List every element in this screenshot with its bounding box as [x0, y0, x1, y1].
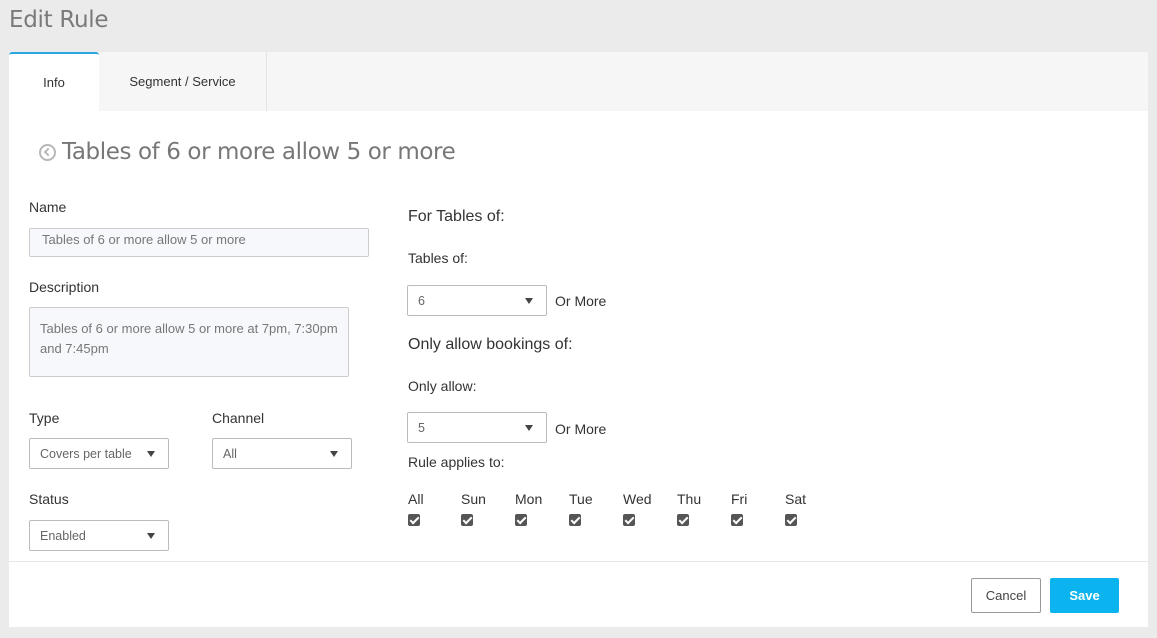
name-value: Tables of 6 or more allow 5 or more [42, 232, 246, 247]
name-label: Name [29, 199, 67, 215]
tables-value: 6 [418, 293, 425, 308]
cancel-button[interactable]: Cancel [971, 578, 1041, 613]
day-checkbox-tue[interactable] [569, 514, 581, 526]
day-checkbox-thu[interactable] [677, 514, 689, 526]
day-checkbox-mon[interactable] [515, 514, 527, 526]
status-value: Enabled [40, 528, 86, 543]
day-label-sun: Sun [461, 491, 486, 507]
type-select[interactable]: Covers per table [29, 438, 169, 469]
day-label-tue: Tue [569, 491, 593, 507]
channel-value: All [223, 446, 237, 461]
tables-label: Tables of: [408, 250, 468, 266]
day-label-wed: Wed [623, 491, 652, 507]
caret-down-icon [525, 298, 533, 304]
channel-label: Channel [212, 410, 265, 426]
caret-down-icon [330, 451, 338, 457]
save-button[interactable]: Save [1050, 578, 1119, 613]
name-field[interactable]: Tables of 6 or more allow 5 or more [29, 228, 369, 257]
day-checkbox-sat[interactable] [785, 514, 797, 526]
tab-info[interactable]: Info [9, 52, 99, 111]
allow-value: 5 [418, 420, 425, 435]
day-label-fri: Fri [731, 491, 748, 507]
day-checkbox-sun[interactable] [461, 514, 473, 526]
description-field[interactable]: Tables of 6 or more allow 5 or more at 7… [29, 307, 349, 377]
tables-heading: For Tables of: [408, 208, 505, 225]
tables-select[interactable]: 6 [407, 285, 547, 316]
allow-suffix: Or More [555, 421, 607, 437]
caret-down-icon [147, 533, 155, 539]
tab-bar: Info Segment / Service [9, 52, 1148, 111]
status-select[interactable]: Enabled [29, 520, 169, 551]
day-label-mon: Mon [515, 491, 543, 507]
type-label: Type [29, 410, 60, 426]
type-value: Covers per table [40, 446, 132, 461]
caret-down-icon [525, 425, 533, 431]
page-title: Edit Rule [9, 7, 109, 33]
day-label-all: All [408, 491, 424, 507]
edit-rule-panel: Info Segment / Service Tables of 6 or mo… [9, 52, 1148, 627]
applies-label: Rule applies to: [408, 454, 505, 470]
allow-label: Only allow: [408, 378, 477, 394]
caret-down-icon [147, 451, 155, 457]
description-value: Tables of 6 or more allow 5 or more at 7… [40, 321, 338, 356]
description-label: Description [29, 279, 100, 295]
rule-header: Tables of 6 or more allow 5 or more [39, 139, 456, 165]
allow-heading: Only allow bookings of: [408, 336, 573, 353]
channel-select[interactable]: All [212, 438, 352, 469]
footer-divider [9, 561, 1148, 562]
tab-segment-service[interactable]: Segment / Service [99, 52, 267, 111]
day-checkbox-wed[interactable] [623, 514, 635, 526]
day-label-sat: Sat [785, 491, 807, 507]
circle-chevron-left-icon[interactable] [39, 143, 56, 161]
rule-title: Tables of 6 or more allow 5 or more [62, 139, 456, 165]
day-checkbox-all[interactable] [408, 514, 420, 526]
day-checkbox-fri[interactable] [731, 514, 743, 526]
allow-select[interactable]: 5 [407, 412, 547, 443]
tables-suffix: Or More [555, 293, 607, 309]
day-label-thu: Thu [677, 491, 702, 507]
status-label: Status [29, 491, 69, 507]
